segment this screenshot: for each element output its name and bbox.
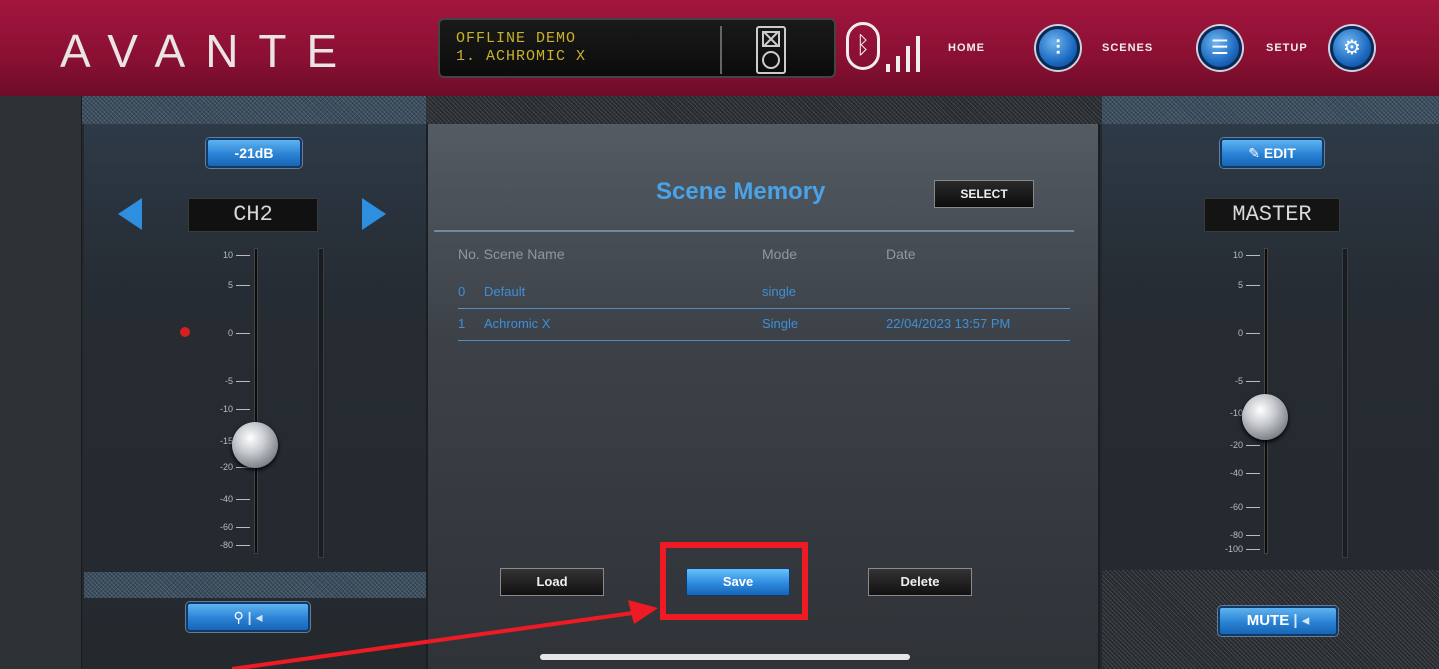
speaker-small-icon: | ◂ (1293, 612, 1310, 629)
home-indicator-bar[interactable] (540, 654, 910, 660)
edit-label: EDIT (1263, 145, 1296, 161)
channel-fader-knob[interactable] (232, 422, 278, 468)
eq-toggle-button[interactable]: ⚲ | ◂ (186, 602, 310, 632)
row-divider (458, 308, 1070, 309)
scale-label: -40 (1229, 468, 1243, 478)
row-mode: single (762, 284, 796, 299)
setup-gear-icon[interactable]: ⚙ (1330, 26, 1374, 70)
setup-label: SETUP (1266, 42, 1308, 54)
scale-label: 10 (1232, 250, 1243, 260)
scale-label: -20 (219, 462, 233, 472)
pencil-icon: ✎ (1248, 145, 1260, 161)
zero-marker (180, 327, 190, 337)
scale-label: 0 (1237, 328, 1243, 338)
col-header-mode: Mode (762, 246, 798, 262)
delete-button[interactable]: Delete (868, 568, 972, 596)
scene-memory-title: Scene Memory (656, 178, 826, 205)
next-channel-icon[interactable] (362, 198, 386, 230)
home-label: HOME (948, 42, 985, 54)
speaker-small-icon: | ◂ (247, 609, 263, 625)
select-button[interactable]: SELECT (934, 180, 1034, 208)
left-bottom-pattern (84, 572, 426, 598)
col-header-date: Date (886, 246, 916, 262)
scale-label: -5 (224, 376, 233, 386)
scale-label: -60 (219, 522, 233, 532)
row-number: 1 (458, 316, 466, 331)
fader-scale: 10 5 0 -5 -10 -15 -20 -40 -60 -80 (166, 246, 256, 556)
center-pattern-strip (426, 96, 1102, 124)
scenes-icon[interactable]: ☰ (1198, 26, 1242, 70)
brand-logo: AVANTE (60, 25, 358, 77)
channel-name: CH2 (188, 198, 318, 232)
fader-rail (254, 248, 258, 554)
scale-label: -80 (219, 540, 233, 550)
scale-label: 10 (222, 250, 233, 260)
left-pattern-strip (82, 96, 426, 124)
scale-label: -5 (1234, 376, 1243, 386)
row-number: 0 (458, 284, 466, 299)
row-date: 22/04/2023 13:57 PM (886, 316, 1011, 331)
load-button[interactable]: Load (500, 568, 604, 596)
row-scene-name: Achromic X (484, 316, 551, 331)
top-bar: AVANTE OFFLINE DEMO 1. ACHROMIC X ᛒ HOME… (0, 0, 1439, 96)
scale-label: -10 (219, 404, 233, 414)
scale-label: -100 (1224, 544, 1243, 554)
prev-channel-icon[interactable] (118, 198, 142, 230)
mute-label: MUTE (1246, 612, 1290, 629)
save-highlight-box (660, 542, 808, 620)
edit-button[interactable]: ✎ EDIT (1220, 138, 1324, 168)
scale-label: 5 (227, 280, 233, 290)
scale-label: -60 (1229, 502, 1243, 512)
scene-display: OFFLINE DEMO 1. ACHROMIC X (438, 18, 836, 78)
home-mixer-icon[interactable]: ⫶ (1036, 26, 1080, 70)
header-separator (434, 230, 1074, 232)
app-window: AVANTE OFFLINE DEMO 1. ACHROMIC X ᛒ HOME… (0, 0, 1439, 669)
row-scene-name: Default (484, 284, 526, 299)
scenes-label: SCENES (1102, 42, 1154, 54)
speaker-icon[interactable] (756, 26, 786, 74)
display-divider (720, 26, 722, 74)
display-scene-name: 1. ACHROMIC X (456, 48, 587, 65)
left-edge-strip (0, 96, 82, 669)
right-pattern-strip (1102, 96, 1439, 124)
bluetooth-icon[interactable]: ᛒ (846, 22, 880, 70)
scale-label: 0 (227, 328, 233, 338)
scale-label: -20 (1229, 440, 1243, 450)
gain-button[interactable]: -21dB (206, 138, 302, 168)
signal-icon (886, 24, 938, 72)
master-fader-knob[interactable] (1242, 394, 1288, 440)
eq-icon: ⚲ (233, 609, 244, 625)
mute-button[interactable]: MUTE | ◂ (1218, 606, 1338, 636)
master-level-meter (1342, 248, 1348, 558)
scale-label: -80 (1229, 530, 1243, 540)
level-meter (318, 248, 324, 558)
master-name: MASTER (1204, 198, 1340, 232)
col-header-scene-name: No. Scene Name (458, 246, 565, 262)
row-mode: Single (762, 316, 799, 331)
scale-label: 5 (1237, 280, 1243, 290)
row-divider (458, 340, 1070, 341)
display-status: OFFLINE DEMO (456, 30, 577, 47)
scale-label: -40 (219, 494, 233, 504)
